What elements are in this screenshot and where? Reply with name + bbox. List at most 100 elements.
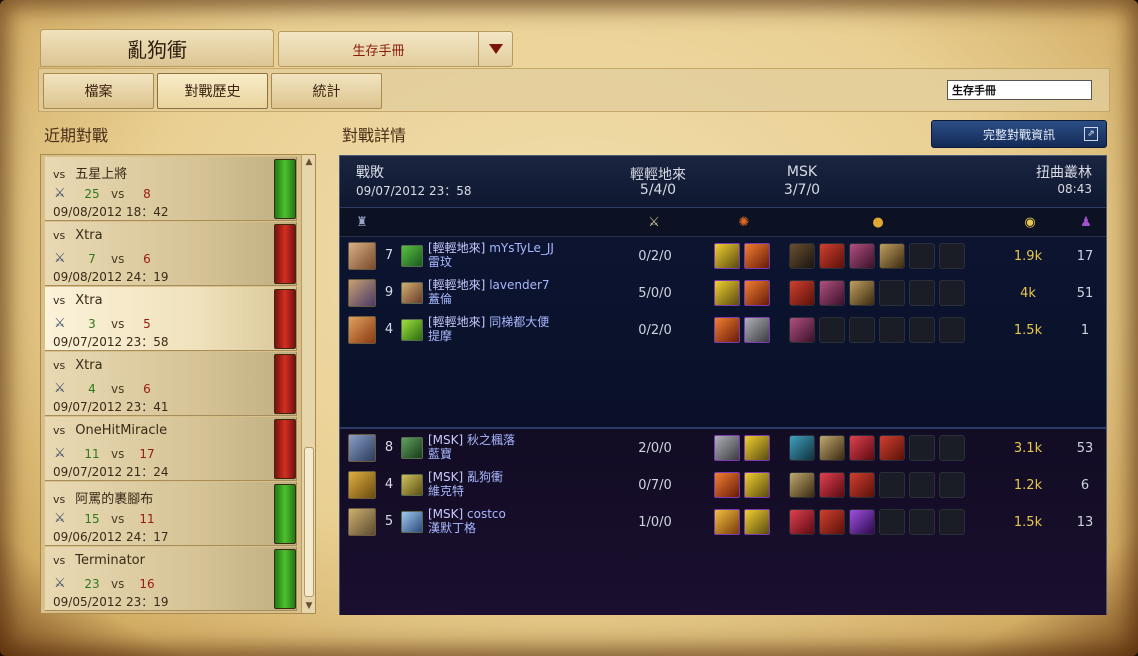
item-slot-icon[interactable] <box>819 280 845 306</box>
summoner-spell-icon[interactable] <box>714 243 740 269</box>
match-list-item[interactable]: vs OneHitMiracle ⚔ 11 vs 17 09/07/2012 21：24 <box>45 417 297 481</box>
item-slot-icon[interactable] <box>819 243 845 269</box>
profile-icon[interactable] <box>401 282 423 304</box>
empty-item-slot[interactable] <box>879 509 905 535</box>
empty-item-slot[interactable] <box>879 472 905 498</box>
match-list-item[interactable]: vs Xtra ⚔ 7 vs 6 09/08/2012 24：19 <box>45 222 297 286</box>
gold-earned: 1.5k <box>1013 515 1043 530</box>
empty-item-slot[interactable] <box>879 317 905 343</box>
item-slot-icon[interactable] <box>849 509 875 535</box>
full-match-details-button[interactable]: 完整對戰資訊 ⇗ <box>931 120 1107 148</box>
item-slot-icon[interactable] <box>819 509 845 535</box>
empty-item-slot[interactable] <box>849 317 875 343</box>
player-name[interactable]: [MSK] 秋之楓落 藍寶 <box>428 433 515 461</box>
opponent-line: vs Xtra <box>53 358 103 373</box>
profile-icon[interactable] <box>401 437 423 459</box>
scroll-up-icon[interactable]: ▲ <box>304 157 314 167</box>
player-name[interactable]: [MSK] costco 漢默丁格 <box>428 507 506 535</box>
match-list-item[interactable]: vs Terminator ⚔ 23 vs 16 09/05/2012 23：19 <box>45 547 297 611</box>
summoner-spell-icon[interactable] <box>714 435 740 461</box>
scroll-thumb[interactable] <box>304 447 314 597</box>
scrollbar[interactable]: ▲ ▼ <box>301 155 315 613</box>
result-indicator <box>274 159 296 219</box>
empty-item-slot[interactable] <box>939 472 965 498</box>
match-duration: 08:43 <box>1057 182 1092 196</box>
empty-item-slot[interactable] <box>879 280 905 306</box>
profile-icon[interactable] <box>401 474 423 496</box>
summoner-spell-icon[interactable] <box>744 472 770 498</box>
empty-item-slot[interactable] <box>939 435 965 461</box>
tab-profile[interactable]: 檔案 <box>43 73 154 109</box>
summoner-name: lavender7 <box>489 278 550 292</box>
match-list-item[interactable]: vs Xtra ⚔ 4 vs 6 09/07/2012 23：41 <box>45 352 297 416</box>
empty-item-slot[interactable] <box>909 509 935 535</box>
kda: 0/7/0 <box>638 478 672 493</box>
empty-item-slot[interactable] <box>939 509 965 535</box>
summoner-spell-icon[interactable] <box>744 317 770 343</box>
empty-item-slot[interactable] <box>909 472 935 498</box>
champion-portrait-icon[interactable] <box>348 279 376 307</box>
empty-item-slot[interactable] <box>939 317 965 343</box>
item-slot-icon[interactable] <box>849 280 875 306</box>
summoner-spell-icon[interactable] <box>744 435 770 461</box>
summoner-spells <box>714 280 774 308</box>
champion-portrait-icon[interactable] <box>348 508 376 536</box>
item-slots <box>789 280 979 308</box>
item-slot-icon[interactable] <box>849 435 875 461</box>
champion-portrait-icon[interactable] <box>348 434 376 462</box>
tab-profile-label: 檔案 <box>84 84 113 100</box>
enemy-kills: 6 <box>143 252 151 266</box>
empty-item-slot[interactable] <box>909 317 935 343</box>
empty-item-slot[interactable] <box>939 243 965 269</box>
player-row: 4 [MSK] 亂狗衝 維克特 0/7/0 1.2k 6 <box>340 468 1106 504</box>
item-slot-icon[interactable] <box>879 243 905 269</box>
empty-item-slot[interactable] <box>909 243 935 269</box>
profile-icon[interactable] <box>401 511 423 533</box>
match-list-item[interactable]: vs 五星上將 ⚔ 25 vs 8 09/08/2012 18：42 <box>45 157 297 221</box>
tab-stats[interactable]: 統計 <box>271 73 382 109</box>
summoner-spell-icon[interactable] <box>714 509 740 535</box>
match-list-item[interactable]: vs Xtra ⚔ 3 vs 5 09/07/2012 23：58 <box>45 287 297 351</box>
champion-portrait-icon[interactable] <box>348 242 376 270</box>
empty-item-slot[interactable] <box>939 280 965 306</box>
item-slot-icon[interactable] <box>819 435 845 461</box>
empty-item-slot[interactable] <box>819 317 845 343</box>
item-slot-icon[interactable] <box>849 243 875 269</box>
item-slot-icon[interactable] <box>879 435 905 461</box>
item-slot-icon[interactable] <box>789 280 815 306</box>
vs-label: vs <box>53 168 66 181</box>
profile-icon[interactable] <box>401 319 423 341</box>
external-link-icon: ⇗ <box>1084 127 1098 141</box>
result-indicator <box>274 549 296 609</box>
player-name[interactable]: [MSK] 亂狗衝 維克特 <box>428 470 503 498</box>
item-slot-icon[interactable] <box>789 435 815 461</box>
item-slot-icon[interactable] <box>849 472 875 498</box>
profile-icon[interactable] <box>401 245 423 267</box>
player-name[interactable]: [輕輕地來] lavender7 蓋倫 <box>428 278 550 306</box>
summoner-spell-icon[interactable] <box>744 243 770 269</box>
season-select[interactable]: 生存手冊 <box>278 31 513 67</box>
item-slot-icon[interactable] <box>819 472 845 498</box>
summoner-spell-icon[interactable] <box>714 317 740 343</box>
champion-portrait-icon[interactable] <box>348 471 376 499</box>
summoner-spell-icon[interactable] <box>714 472 740 498</box>
champion-name: 維克特 <box>428 484 465 498</box>
empty-item-slot[interactable] <box>909 435 935 461</box>
tab-match-history[interactable]: 對戰歷史 <box>157 73 268 109</box>
summoner-spell-icon[interactable] <box>714 280 740 306</box>
item-slot-icon[interactable] <box>789 243 815 269</box>
player-name[interactable]: [輕輕地來] 同梯都大便 提摩 <box>428 315 549 343</box>
item-slot-icon[interactable] <box>789 472 815 498</box>
scroll-down-icon[interactable]: ▼ <box>304 601 314 611</box>
player-name[interactable]: [輕輕地來] mYsTyLe_JJ 雷玟 <box>428 241 554 269</box>
item-slot-icon[interactable] <box>789 509 815 535</box>
champion-portrait-icon[interactable] <box>348 316 376 344</box>
match-list-item[interactable]: vs 阿罵的裹腳布 ⚔ 15 vs 11 09/06/2012 24：17 <box>45 482 297 546</box>
item-slot-icon[interactable] <box>789 317 815 343</box>
dropdown-arrow[interactable] <box>478 32 512 66</box>
summoner-spell-icon[interactable] <box>744 280 770 306</box>
empty-item-slot[interactable] <box>909 280 935 306</box>
search-input[interactable] <box>947 80 1092 100</box>
summoner-spell-icon[interactable] <box>744 509 770 535</box>
enemy-kills: 6 <box>143 382 151 396</box>
